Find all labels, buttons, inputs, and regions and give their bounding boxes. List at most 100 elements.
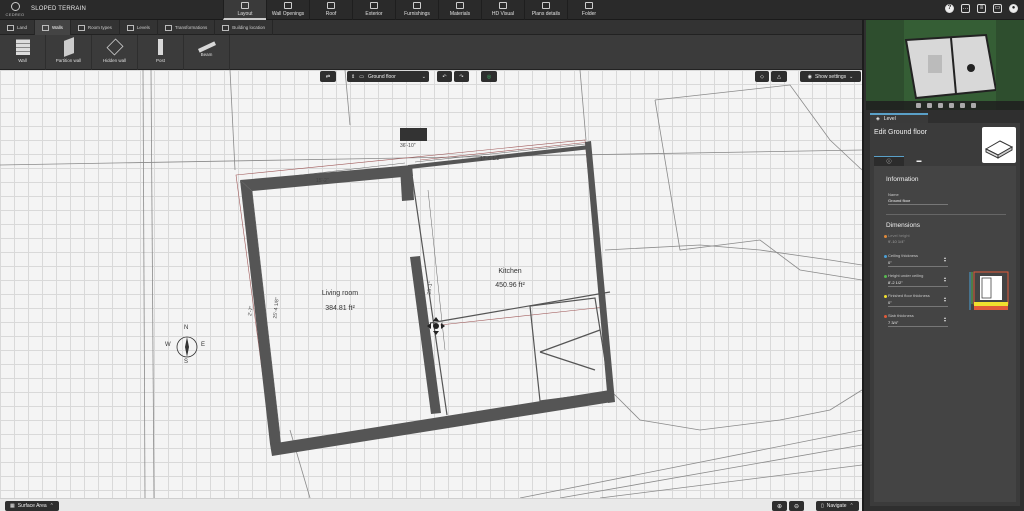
camera-icon[interactable] [938,103,943,108]
tab-appearance[interactable]: ▬ [904,156,934,166]
undo-button[interactable]: ↶ [437,71,452,82]
notes-icon[interactable]: ≡ [977,4,986,13]
subtab-land[interactable]: Land [0,20,36,35]
height-under-ceiling-field[interactable]: 8'-2 1/2" [888,280,903,285]
paint-roller-icon [456,2,464,9]
slab-thickness-color-dot [884,315,887,318]
move-arrows-icon[interactable] [426,316,446,336]
level-height-color-dot [884,235,887,238]
layers-button[interactable]: ◇ [755,71,769,82]
subtab-levels[interactable]: Levels [120,20,158,35]
subtab-building-location[interactable]: Building location [215,20,274,35]
ceiling-thickness-field[interactable]: 0" [888,260,892,265]
room-area-kitchen: 450.96 ft² [495,282,525,289]
tab-information[interactable]: ⓘ [874,156,904,166]
zoom-out-button[interactable]: ⊖ [789,501,804,511]
tab-folder[interactable]: Folder [567,0,610,20]
level-height-field: 9'-10 1/4" [888,239,905,244]
orbit-icon[interactable] [916,103,921,108]
tab-plans-details[interactable]: Plans details [524,0,567,20]
room-name-living-room[interactable]: Living room [315,290,365,297]
slab-thickness-label: Slab thickness [888,313,914,318]
slab-thickness-stepper[interactable]: ▴ ▾ [944,316,948,323]
redo-button[interactable]: ↷ [454,71,469,82]
floor-plan-icon: ▭ [359,73,364,80]
show-settings-label: Show settings [815,73,847,80]
hidden-wall-tool-button[interactable]: Hidden wall [92,35,138,70]
walls [240,141,615,456]
tab-furnishings[interactable]: Furnishings [395,0,438,20]
partition-wall-tool-button[interactable]: Partition wall [46,35,92,70]
layout-icon [241,2,249,9]
compass-east: E [201,342,206,348]
slab-thickness-field[interactable]: 7 3/4" [888,320,898,325]
field-underline [888,204,948,205]
subtab-transformations[interactable]: Transformations [158,20,216,35]
tab-exterior[interactable]: Exterior [352,0,395,20]
inner-walls [411,174,611,416]
zoom-icon[interactable] [949,103,954,108]
properties-panel: ◈ Level Edit Ground floor ⓘ ▬ Informatio… [862,20,1024,511]
level-section-diagram [969,271,1009,310]
project-title: SLOPED TERRAIN [31,6,87,12]
compass[interactable]: N S E W [165,325,208,368]
zoom-in-button[interactable]: ⊕ [772,501,787,511]
floor-selector[interactable]: ⇕ ▭ Ground floor ⌄ [347,71,429,82]
render-icon[interactable] [971,103,976,108]
eye-icon: ◉ [807,73,813,80]
tab-wall-openings[interactable]: Wall Openings [266,0,309,20]
print-icon[interactable]: ▭ [993,4,1002,13]
finished-floor-field[interactable]: 0" [888,300,892,305]
ceiling-thickness-stepper[interactable]: ▴ ▾ [944,256,948,263]
app-logo[interactable]: CEDREO [4,2,26,19]
level-tab-label: Level [883,116,896,122]
room-name-kitchen[interactable]: Kitchen [488,268,532,275]
height-under-ceiling-stepper[interactable]: ▴ ▾ [944,276,948,283]
tab-roof[interactable]: Roof [309,0,352,20]
compass-west: W [165,342,171,348]
chat-icon[interactable]: … [961,4,970,13]
3d-minimap[interactable] [866,20,1024,110]
compass-north: N [184,325,189,331]
chevron-down-icon: ⌄ [849,73,854,80]
name-field[interactable]: Ground floor [888,198,910,203]
pan-icon[interactable] [927,103,932,108]
wall-tool-button[interactable]: Wall [0,35,46,70]
tab-materials[interactable]: Materials [438,0,481,20]
subtab-walls[interactable]: Walls [35,20,71,35]
account-icon[interactable]: ● [1009,4,1018,13]
terrain-view-button[interactable]: △ [771,71,787,82]
tool-label: Hidden wall [102,58,127,63]
help-icon[interactable]: ? [945,4,954,13]
minimap-toolbar [866,101,1024,110]
top-right-icons: ? … ≡ ▭ ● [945,4,1018,13]
beam-icon [197,41,216,53]
beam-tool-button[interactable]: Beam [184,35,230,70]
redo-icon: ↷ [459,73,464,80]
chevron-up-icon: ⌃ [49,503,54,509]
tab-layout[interactable]: Layout [223,0,266,20]
swap-view-button[interactable]: ⇄ [320,71,336,82]
floor-plan-canvas[interactable]: N S E W Living room 384.81 ft² Kitchen 4… [0,70,862,498]
level-tab[interactable]: ◈ Level [870,113,928,123]
divider [886,214,1006,215]
finished-floor-stepper[interactable]: ▴ ▾ [944,296,948,303]
navigate-button[interactable]: ▯ Navigate ⌃ [816,501,859,511]
tab-label: HD Visual [491,11,515,17]
sync-button[interactable]: ◎ [481,71,497,82]
surface-area-button[interactable]: ▦ Surface Area ⌃ [5,501,59,511]
plans-icon [542,2,550,9]
app-window: CEDREO SLOPED TERRAIN Layout Wall Openin… [0,0,1024,511]
tab-hd-visual[interactable]: HD Visual [481,0,524,20]
fullscreen-icon[interactable] [960,103,965,108]
tab-label: Wall Openings [271,11,305,17]
subtab-label: Building location [232,25,266,30]
panel-content: Information Name Ground floor Dimensions… [874,166,1016,502]
post-tool-button[interactable]: Post [138,35,184,70]
door-icon [284,2,292,9]
navigate-label: Navigate [826,503,847,509]
area-icon: ▦ [10,503,15,509]
tab-label: Furnishings [404,11,430,17]
show-settings-button[interactable]: ◉ Show settings ⌄ [800,71,861,82]
subtab-room-types[interactable]: Room types [71,20,120,35]
